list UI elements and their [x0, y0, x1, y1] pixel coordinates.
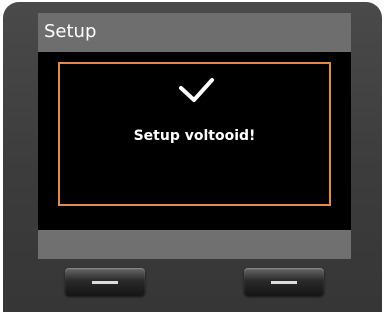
confirmation-box: Setup voltooid! [58, 62, 331, 206]
display-screen: Setup Setup voltooid! [38, 13, 351, 259]
confirmation-message: Setup voltooid! [133, 128, 256, 144]
right-softkey-button[interactable] [244, 268, 324, 296]
title-bar: Setup [38, 13, 351, 52]
dash-icon [271, 281, 297, 284]
screen-title: Setup [44, 21, 97, 42]
left-softkey-button[interactable] [65, 268, 145, 296]
phone-device: Setup Setup voltooid! [0, 0, 385, 312]
softkey-label-bar [38, 230, 351, 259]
dash-icon [92, 281, 118, 284]
screen-content: Setup voltooid! [38, 52, 351, 230]
checkmark-icon [179, 78, 214, 102]
